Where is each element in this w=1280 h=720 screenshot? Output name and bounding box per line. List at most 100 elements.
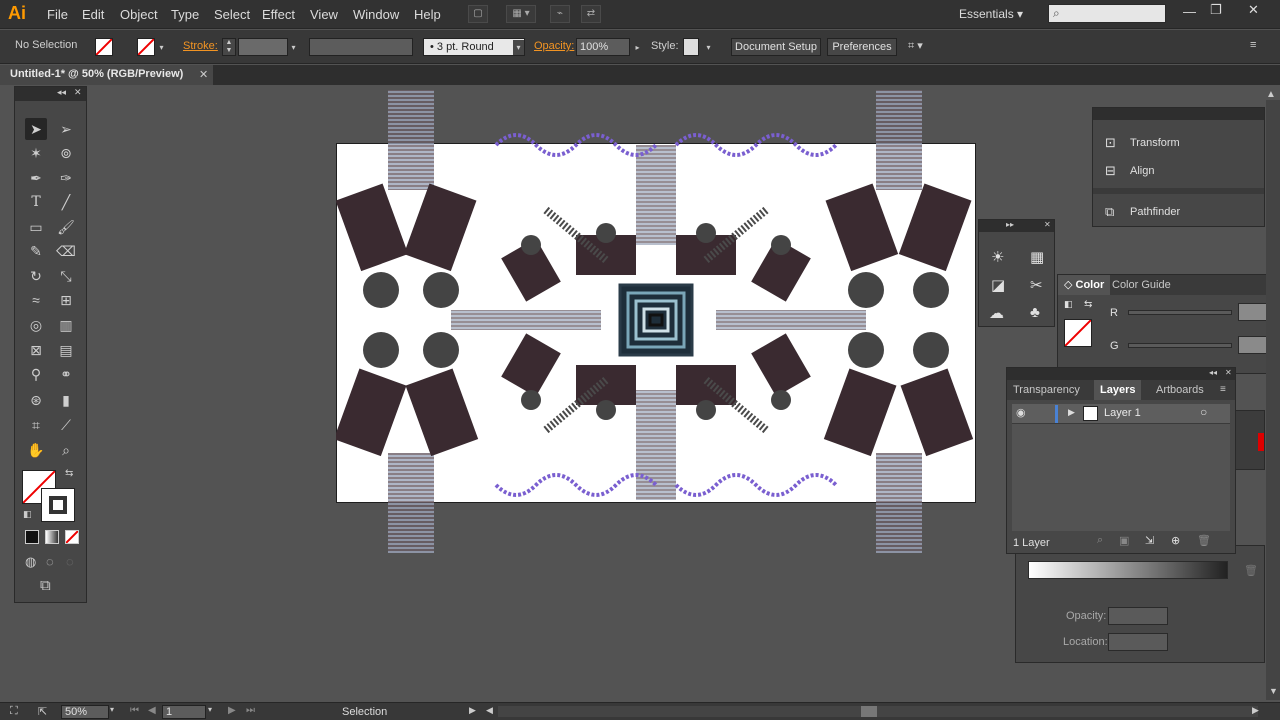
- swap-colors-icon[interactable]: ⇆: [1084, 299, 1092, 310]
- menu-edit[interactable]: Edit: [82, 7, 104, 22]
- gradient-slider[interactable]: [1028, 561, 1228, 579]
- bridge-icon[interactable]: ▢: [468, 5, 488, 23]
- scrollbar-thumb[interactable]: [861, 706, 877, 717]
- stroke-weight-stepper[interactable]: ▲ ▼: [222, 38, 236, 56]
- status-export-icon[interactable]: ⇱: [38, 705, 47, 718]
- tools-panel-header[interactable]: ◂◂ ✕: [15, 87, 86, 101]
- layer-row[interactable]: ◉ ▶ Layer 1 ○: [1012, 404, 1230, 424]
- document-tab[interactable]: Untitled-1* @ 50% (RGB/Preview): [0, 65, 213, 85]
- scale-tool-icon[interactable]: ⤡: [55, 265, 77, 287]
- new-layer-icon[interactable]: ⊕: [1171, 534, 1180, 547]
- panel-header[interactable]: ◂◂ ✕: [1007, 368, 1235, 380]
- dock-close-icon[interactable]: ✕: [1044, 220, 1051, 229]
- collapse-icon[interactable]: ◂◂: [57, 87, 66, 98]
- scroll-down-icon[interactable]: ▼: [1269, 686, 1278, 696]
- perspective-grid-tool-icon[interactable]: ▥: [55, 314, 77, 336]
- type-tool-icon[interactable]: T: [25, 191, 47, 213]
- new-sublayer-icon[interactable]: ⇲: [1145, 534, 1154, 547]
- pencil-tool-icon[interactable]: ✎: [25, 240, 47, 262]
- swap-fill-stroke-icon[interactable]: ⇆: [65, 468, 73, 479]
- artwork[interactable]: [336, 85, 976, 565]
- tab-layers[interactable]: Layers: [1094, 380, 1142, 400]
- free-transform-tool-icon[interactable]: ⊞: [55, 289, 77, 311]
- maximize-icon[interactable]: ❐: [1210, 2, 1222, 18]
- style-dropdown-icon[interactable]: ▾: [703, 40, 714, 55]
- scroll-left-icon[interactable]: ◀: [486, 705, 493, 716]
- none-mode-icon[interactable]: [65, 530, 79, 544]
- magic-wand-tool-icon[interactable]: ✶: [25, 142, 47, 164]
- color-panel-fill-swatch[interactable]: [1064, 319, 1092, 347]
- layer-target-icon[interactable]: ○: [1200, 405, 1207, 419]
- line-tool-icon[interactable]: ╱: [55, 191, 77, 213]
- stroke-swatch[interactable]: [137, 38, 155, 56]
- layers-collapse-icon[interactable]: ◂◂: [1209, 368, 1217, 377]
- artboard-tool-icon[interactable]: ⌗: [25, 414, 47, 436]
- graphic-styles-icon[interactable]: ◪: [991, 276, 1005, 294]
- help-search-input[interactable]: ⌕: [1048, 4, 1166, 23]
- artboard-dropdown-icon[interactable]: ▾: [208, 705, 212, 714]
- shape-builder-tool-icon[interactable]: ◎: [25, 314, 47, 336]
- menu-type[interactable]: Type: [171, 7, 199, 22]
- layer-name[interactable]: Layer 1: [1104, 407, 1141, 419]
- blend-tool-icon[interactable]: ⚭: [55, 363, 77, 385]
- tab-color[interactable]: ◇ Color: [1058, 275, 1111, 295]
- brushes-icon[interactable]: ✂: [1030, 276, 1043, 294]
- brush-dropdown-icon[interactable]: ▾: [513, 40, 524, 55]
- arrange-icon[interactable]: ⌗ ▾: [908, 39, 923, 53]
- variable-width-profile[interactable]: [309, 38, 413, 56]
- gradient-delete-icon[interactable]: 🗑: [1244, 564, 1258, 577]
- preferences-button[interactable]: Preferences: [827, 38, 897, 56]
- panel-header[interactable]: [1093, 108, 1264, 120]
- selection-tool-icon[interactable]: ➤: [25, 118, 47, 140]
- fill-swatch[interactable]: [95, 38, 113, 56]
- curvature-tool-icon[interactable]: ✑: [55, 167, 77, 189]
- menu-effect[interactable]: Effect: [262, 7, 295, 22]
- rectangle-tool-icon[interactable]: ▭: [25, 216, 47, 238]
- scroll-right-icon[interactable]: ▶: [1252, 705, 1259, 716]
- eyedropper-tool-icon[interactable]: ⚲: [25, 363, 47, 385]
- status-hand-icon[interactable]: ⛶: [10, 705, 18, 718]
- zoom-tool-icon[interactable]: ⌕: [55, 439, 77, 461]
- delete-layer-icon[interactable]: 🗑: [1197, 534, 1211, 547]
- draw-normal-icon[interactable]: ◍: [25, 554, 36, 570]
- visibility-eye-icon[interactable]: ◉: [1016, 406, 1026, 419]
- draw-inside-icon[interactable]: ◌: [66, 554, 74, 569]
- close-tab-icon[interactable]: ✕: [199, 68, 208, 81]
- tab-transparency[interactable]: Transparency: [1007, 380, 1086, 400]
- channel-g-slider[interactable]: [1128, 343, 1232, 348]
- paintbrush-tool-icon[interactable]: 🖌: [55, 216, 77, 238]
- first-artboard-icon[interactable]: ⏮: [130, 705, 139, 716]
- libraries-icon[interactable]: ☁: [989, 304, 1004, 322]
- draw-behind-icon[interactable]: ◌: [46, 554, 54, 569]
- symbols-icon[interactable]: ♣: [1030, 304, 1040, 321]
- locate-object-icon[interactable]: ⌕: [1097, 534, 1103, 547]
- transform-icon[interactable]: ⊡: [1105, 135, 1116, 151]
- rotate-tool-icon[interactable]: ↻: [25, 265, 47, 287]
- menu-file[interactable]: File: [47, 7, 68, 22]
- stroke-weight-field[interactable]: [238, 38, 288, 56]
- last-artboard-icon[interactable]: ⏭: [246, 705, 255, 716]
- tools-close-icon[interactable]: ✕: [74, 87, 82, 98]
- mesh-tool-icon[interactable]: ⊠: [25, 339, 47, 361]
- gradient-opacity-field[interactable]: [1108, 607, 1168, 625]
- hand-tool-icon[interactable]: ✋: [25, 439, 47, 461]
- tab-color-guide[interactable]: Color Guide: [1106, 275, 1177, 295]
- document-setup-button[interactable]: Document Setup: [731, 38, 821, 56]
- control-menu-icon[interactable]: ≡: [1250, 39, 1256, 51]
- color-mode-icon[interactable]: [25, 530, 39, 544]
- align-icon[interactable]: ⊟: [1105, 163, 1116, 179]
- close-icon[interactable]: ✕: [1248, 2, 1259, 18]
- artboard-number-field[interactable]: 1: [162, 705, 206, 719]
- brush-definition[interactable]: • 3 pt. Round: [423, 38, 525, 56]
- vertical-scrollbar[interactable]: [1266, 100, 1280, 700]
- screen-mode-icon[interactable]: ⧉: [40, 577, 51, 594]
- opacity-arrow-icon[interactable]: ▸: [632, 40, 643, 55]
- stroke-weight-dropdown-icon[interactable]: ▾: [288, 40, 299, 55]
- gradient-mode-icon[interactable]: [45, 530, 59, 544]
- eraser-tool-icon[interactable]: ⌫: [55, 240, 77, 262]
- arrange-documents-icon[interactable]: ▦ ▾: [506, 5, 536, 23]
- direct-selection-tool-icon[interactable]: ➢: [55, 118, 77, 140]
- lasso-tool-icon[interactable]: ⊚: [55, 142, 77, 164]
- menu-view[interactable]: View: [310, 7, 338, 22]
- pathfinder-panel-label[interactable]: Pathfinder: [1130, 206, 1180, 218]
